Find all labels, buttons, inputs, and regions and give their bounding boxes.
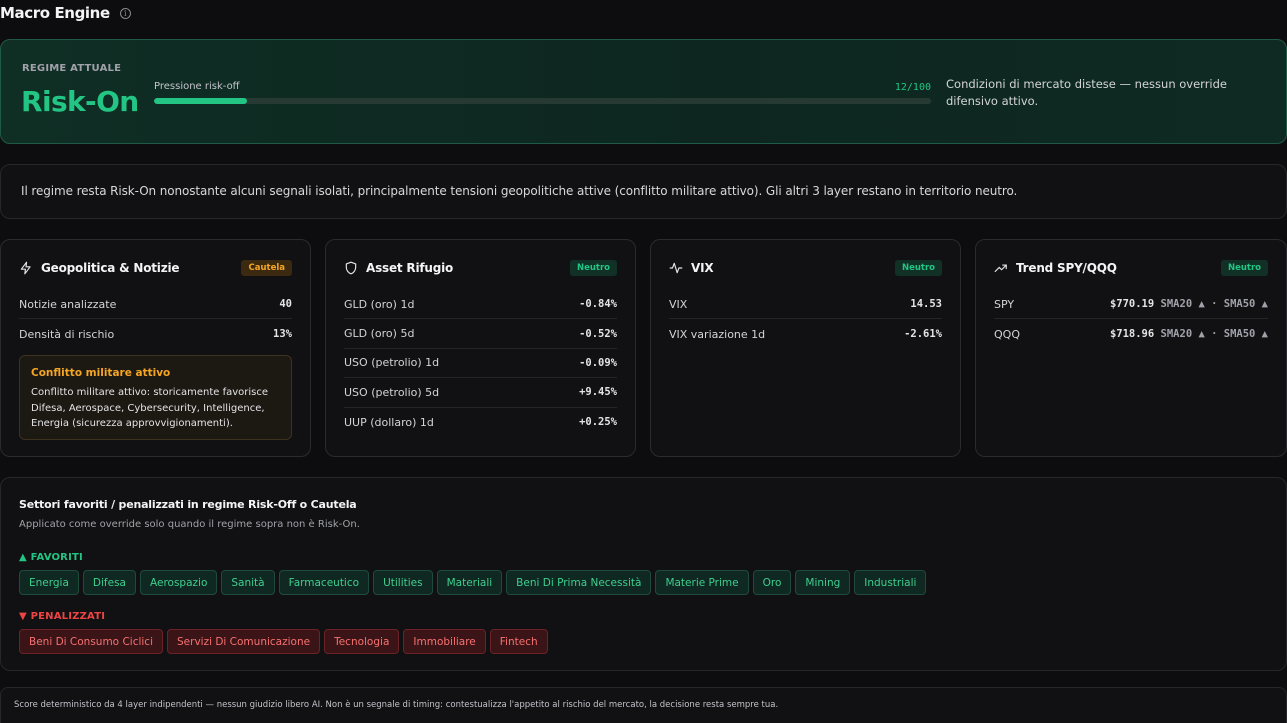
price-value: $718.96 <box>1109 328 1155 341</box>
sectors-title: Settori favoriti / penalizzati in regime… <box>19 498 357 511</box>
favored-sector-chip: Oro <box>752 570 792 595</box>
metric-value: $718.96 SMA20 ▲ · SMA50 ▲ <box>1110 328 1268 340</box>
card-title: Trend SPY/QQQ <box>1016 261 1117 275</box>
conflict-alert: Conflitto militare attivo Conflitto mili… <box>19 355 292 440</box>
regime-panel: REGIME ATTUALE Risk-On Pressione risk-of… <box>0 39 1287 144</box>
metric-value: +0.25% <box>579 416 617 429</box>
metric-list: GLD (oro) 1d -0.84% GLD (oro) 5d -0.52% US… <box>344 290 617 437</box>
card-geopolitica: Geopolitica & Notizie Cautela Notizie an… <box>0 239 311 457</box>
metric-row: VIX variazione 1d -2.61% <box>669 319 942 348</box>
metric-row: GLD (oro) 1d -0.84% <box>344 290 617 320</box>
sma-status: SMA20 ▲ · SMA50 ▲ <box>1160 328 1268 341</box>
card-title: Geopolitica & Notizie <box>41 261 180 275</box>
metric-row: Notizie analizzate 40 <box>19 290 292 320</box>
activity-icon <box>669 262 683 274</box>
metric-label: GLD (oro) 1d <box>344 297 415 311</box>
penalized-sector-chip: Servizi Di Comunicazione <box>167 629 321 654</box>
penalized-sector-chip: Beni Di Consumo Ciclici <box>19 629 163 654</box>
metric-label: VIX variazione 1d <box>669 327 766 341</box>
metric-label: SPY <box>994 297 1015 311</box>
regime-value: Risk-On <box>21 85 139 118</box>
favored-sector-chip: Aerospazio <box>139 570 218 595</box>
metric-row: SPY $770.19 SMA20 ▲ · SMA50 ▲ <box>994 290 1268 320</box>
favored-sector-chip: Farmaceutico <box>278 570 370 595</box>
metric-value: 13% <box>273 328 292 341</box>
metric-value: -0.09% <box>579 356 617 369</box>
regime-label: REGIME ATTUALE <box>22 63 122 74</box>
alert-body: Conflitto militare attivo: storicamente … <box>31 387 269 429</box>
lightning-icon <box>20 261 31 275</box>
page-title: Macro Engine <box>0 4 110 22</box>
metric-row: USO (petrolio) 5d +9.45% <box>344 378 617 408</box>
penalized-sector-chip: Tecnologia <box>324 629 400 654</box>
metric-value: +9.45% <box>579 386 617 399</box>
metric-label: Densità di rischio <box>19 327 115 341</box>
status-badge: Neutro <box>569 260 617 276</box>
penalized-sector-chip: Immobiliare <box>403 629 486 654</box>
favored-sector-chip: Beni Di Prima Necessità <box>506 570 652 595</box>
alert-title: Conflitto militare attivo <box>31 367 171 379</box>
shield-icon <box>345 261 357 275</box>
status-badge: Neutro <box>894 260 942 276</box>
favored-chip-list: Energia Difesa Aerospazio Sanità Farmaceutic… <box>19 570 927 595</box>
metric-value: -0.84% <box>579 298 617 311</box>
metric-label: USO (petrolio) 1d <box>344 356 440 370</box>
favored-sector-chip: Energia <box>19 570 79 595</box>
metric-label: Notizie analizzate <box>19 297 117 311</box>
card-title: Asset Rifugio <box>366 261 454 275</box>
metric-list: SPY $770.19 SMA20 ▲ · SMA50 ▲ QQQ $718.96 … <box>994 290 1268 349</box>
metric-label: USO (petrolio) 5d <box>344 385 440 399</box>
metric-row: Densità di rischio 13% <box>19 319 292 348</box>
metric-list: VIX 14.53 VIX variazione 1d -2.61% <box>669 290 942 349</box>
metric-row: QQQ $718.96 SMA20 ▲ · SMA50 ▲ <box>994 319 1268 348</box>
metric-row: VIX 14.53 <box>669 290 942 320</box>
metric-row: GLD (oro) 5d -0.52% <box>344 319 617 349</box>
page-header: Macro Engine i <box>0 2 131 24</box>
favored-sector-chip: Materiali <box>436 570 503 595</box>
card-title: VIX <box>691 261 714 275</box>
card-trend-spy-qqq: Trend SPY/QQQ Neutro SPY $770.19 SMA20 ▲ … <box>975 239 1287 457</box>
favored-label: ▲ FAVORITI <box>19 552 83 563</box>
pressure-score: 12/100 <box>894 82 931 93</box>
price-value: $770.19 <box>1109 298 1155 311</box>
favored-sector-chip: Utilities <box>373 570 433 595</box>
metric-value: $770.19 SMA20 ▲ · SMA50 ▲ <box>1110 298 1268 310</box>
status-badge: Neutro <box>1220 260 1268 276</box>
penalized-sector-chip: Fintech <box>489 629 548 654</box>
metric-value: -0.52% <box>579 327 617 340</box>
metric-label: QQQ <box>994 327 1020 341</box>
metric-label: GLD (oro) 5d <box>344 327 415 341</box>
pressure-label: Pressione risk-off <box>154 81 240 92</box>
trending-up-icon <box>994 264 1007 273</box>
regime-description: Condizioni di mercato distese — nessun o… <box>946 77 1227 108</box>
metric-row: UUP (dollaro) 1d +0.25% <box>344 408 617 437</box>
metric-row: USO (petrolio) 1d -0.09% <box>344 349 617 379</box>
metric-label: VIX <box>669 297 688 311</box>
summary-text: Il regime resta Risk-On nonostante alcun… <box>21 184 1018 198</box>
sectors-panel: Settori favoriti / penalizzati in regime… <box>0 477 1287 671</box>
penalized-label: ▼ PENALIZZATI <box>19 611 106 622</box>
favored-sector-chip: Materie Prime <box>655 570 749 595</box>
metric-label: UUP (dollaro) 1d <box>344 415 434 429</box>
favored-sector-chip: Mining <box>795 570 851 595</box>
sectors-subtitle: Applicato come override solo quando il r… <box>19 519 360 530</box>
card-asset-rifugio: Asset Rifugio Neutro GLD (oro) 1d -0.84% … <box>325 239 636 457</box>
pressure-progress-bar <box>154 98 931 104</box>
sma-status: SMA20 ▲ · SMA50 ▲ <box>1160 298 1268 311</box>
metric-value: -2.61% <box>904 328 942 341</box>
info-icon[interactable]: i <box>119 7 131 19</box>
disclaimer-text: Score deterministico da 4 layer indipend… <box>14 700 779 710</box>
metric-list: Notizie analizzate 40 Densità di rischio 1… <box>19 290 292 349</box>
status-badge: Cautela <box>241 260 292 276</box>
card-vix: VIX Neutro VIX 14.53 VIX variazione 1d -2.… <box>650 239 961 457</box>
regime-summary: Il regime resta Risk-On nonostante alcun… <box>0 164 1287 219</box>
disclaimer-footer: Score deterministico da 4 layer indipend… <box>0 687 1287 723</box>
pressure-progress-fill <box>154 98 248 104</box>
metric-value: 40 <box>279 298 292 311</box>
favored-sector-chip: Difesa <box>82 570 136 595</box>
favored-sector-chip: Sanità <box>221 570 275 595</box>
penalized-chip-list: Beni Di Consumo Ciclici Servizi Di Comuni… <box>19 629 548 654</box>
favored-sector-chip: Industriali <box>854 570 927 595</box>
metric-value: 14.53 <box>910 298 942 311</box>
